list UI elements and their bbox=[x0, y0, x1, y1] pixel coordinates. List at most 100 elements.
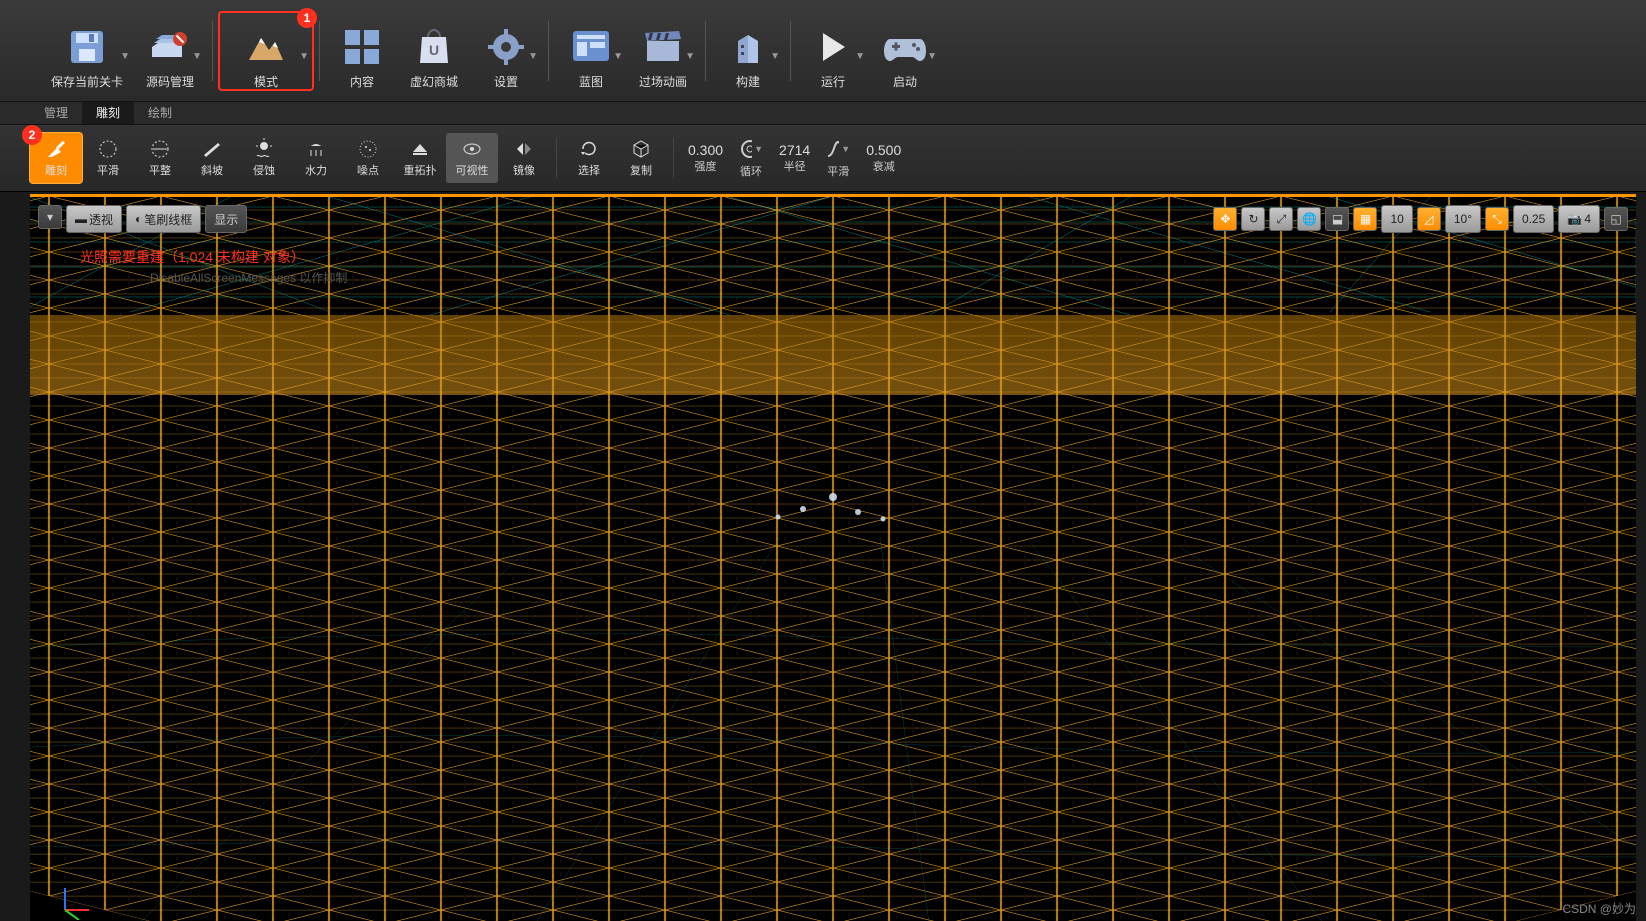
loop-param[interactable]: ▼ 循环 bbox=[739, 137, 763, 179]
rotate-icon bbox=[578, 138, 600, 160]
eye-icon bbox=[461, 138, 483, 160]
coordinate-button[interactable]: 🌐 bbox=[1297, 207, 1321, 231]
cinematics-label: 过场动画 bbox=[639, 73, 687, 90]
camera-speed-button[interactable]: 📷 4 bbox=[1558, 205, 1600, 233]
show-button[interactable]: 显示 bbox=[205, 205, 247, 233]
transform-move-button[interactable]: ✥ bbox=[1213, 207, 1237, 231]
terrain-wireframe bbox=[30, 197, 1636, 921]
sculpt-tool-label: 雕刻 bbox=[45, 162, 67, 178]
viewport-container: ▾ ▬透视 ◐笔刷线框 显示 ✥ ↻ ⤢ 🌐 ⬓ ▦ 10 ◿ 10° ⤡ 0.… bbox=[30, 194, 1636, 921]
chevron-down-icon: ▼ bbox=[120, 51, 130, 62]
erosion-tool-button[interactable]: 侵蚀 bbox=[238, 133, 290, 183]
falloff-shape-param[interactable]: ▼ 平滑 bbox=[826, 137, 850, 179]
ramp-icon bbox=[201, 138, 223, 160]
annotation-badge-2: 2 bbox=[22, 125, 42, 145]
scale-snap-icon: ⤡ bbox=[1492, 212, 1502, 227]
retopo-tool-button[interactable]: 重拓扑 bbox=[394, 133, 446, 183]
modes-button[interactable]: 1 模式 ▼ bbox=[219, 12, 313, 90]
mode-tabs: 管理 雕刻 绘制 bbox=[0, 102, 1646, 125]
trowel-icon bbox=[45, 138, 67, 160]
scale-snap-toggle[interactable]: ⤡ bbox=[1485, 207, 1509, 231]
tab-sculpt[interactable]: 雕刻 bbox=[82, 102, 134, 124]
cinematics-button[interactable]: 过场动画 ▼ bbox=[627, 12, 699, 90]
blueprints-label: 蓝图 bbox=[579, 73, 603, 90]
build-label: 构建 bbox=[736, 73, 760, 90]
mirror-tool-button[interactable]: 镜像 bbox=[498, 133, 550, 183]
bag-icon: U bbox=[412, 25, 456, 69]
save-label: 保存当前关卡 bbox=[51, 73, 123, 90]
axis-gizmo bbox=[55, 880, 95, 920]
separator bbox=[212, 21, 213, 81]
viewport-toolbar-left: ▾ ▬透视 ◐笔刷线框 显示 bbox=[38, 205, 247, 233]
blueprints-button[interactable]: 蓝图 ▼ bbox=[555, 12, 627, 90]
chevron-down-icon: ▼ bbox=[855, 51, 865, 62]
lighting-warning: 光照需要重建（1,024 未构建 对象） bbox=[80, 247, 305, 267]
flatten-tool-button[interactable]: 平整 bbox=[134, 133, 186, 183]
floppy-icon bbox=[65, 25, 109, 69]
separator bbox=[556, 138, 557, 178]
marketplace-button[interactable]: U 虚幻商城 bbox=[398, 12, 470, 90]
perspective-button[interactable]: ▬透视 bbox=[66, 205, 122, 233]
chevron-down-icon: ▼ bbox=[613, 51, 623, 62]
camera-icon: 📷 bbox=[1567, 212, 1582, 226]
tab-manage[interactable]: 管理 bbox=[30, 102, 82, 124]
angle-icon: ◿ bbox=[1424, 212, 1433, 226]
svg-text:U: U bbox=[429, 42, 439, 58]
settings-button[interactable]: 设置 ▼ bbox=[470, 12, 542, 90]
target-icon: ▼ bbox=[739, 137, 763, 161]
noise-tool-button[interactable]: 噪点 bbox=[342, 133, 394, 183]
folder-stack-icon bbox=[148, 25, 192, 69]
falloff-param[interactable]: 0.500 衰减 bbox=[866, 142, 901, 174]
maximize-icon: ◱ bbox=[1610, 212, 1621, 226]
angle-snap-toggle[interactable]: ◿ bbox=[1417, 207, 1441, 231]
chevron-down-icon: ▼ bbox=[685, 51, 695, 62]
build-button[interactable]: 构建 ▼ bbox=[712, 12, 784, 90]
erosion-icon bbox=[253, 138, 275, 160]
play-button[interactable]: 运行 ▼ bbox=[797, 12, 869, 90]
angle-snap-value[interactable]: 10° bbox=[1445, 205, 1481, 233]
transform-rotate-button[interactable]: ↻ bbox=[1241, 207, 1265, 231]
scale-snap-value[interactable]: 0.25 bbox=[1513, 205, 1554, 233]
select-tool-button[interactable]: 选择 bbox=[563, 133, 615, 183]
ramp-tool-button[interactable]: 斜坡 bbox=[186, 133, 238, 183]
grid-snap-toggle[interactable]: ▦ bbox=[1353, 207, 1377, 231]
gamepad-icon bbox=[883, 25, 927, 69]
move-icon: ✥ bbox=[1220, 212, 1230, 226]
modes-label: 模式 bbox=[254, 73, 278, 90]
content-button[interactable]: 内容 bbox=[326, 12, 398, 90]
visibility-tool-button[interactable]: 可视性 bbox=[446, 133, 498, 183]
viewport-options-button[interactable]: ▾ bbox=[38, 205, 62, 229]
sphere-small-icon: ◐ bbox=[135, 212, 142, 226]
launch-button[interactable]: 启动 ▼ bbox=[869, 12, 941, 90]
copy-tool-button[interactable]: 复制 bbox=[615, 133, 667, 183]
viewmode-button[interactable]: ◐笔刷线框 bbox=[126, 205, 201, 233]
mirror-icon bbox=[513, 138, 535, 160]
tab-paint[interactable]: 绘制 bbox=[134, 102, 186, 124]
disable-messages-hint: DisableAllScreenMessages 以作抑制 bbox=[150, 269, 347, 286]
blueprint-icon bbox=[569, 25, 613, 69]
source-control-button[interactable]: 源码管理 ▼ bbox=[134, 12, 206, 90]
viewport[interactable]: ▾ ▬透视 ◐笔刷线框 显示 ✥ ↻ ⤢ 🌐 ⬓ ▦ 10 ◿ 10° ⤡ 0.… bbox=[30, 197, 1636, 921]
grid-snap-value[interactable]: 10 bbox=[1381, 205, 1412, 233]
sculpt-toolbar: 2 雕刻 平滑 平整 斜坡 侵蚀 水力 噪点 重拓扑 可视性 镜像 选择 bbox=[0, 125, 1646, 192]
cube-icon bbox=[630, 138, 652, 160]
hydro-tool-button[interactable]: 水力 bbox=[290, 133, 342, 183]
transform-scale-button[interactable]: ⤢ bbox=[1269, 207, 1293, 231]
maximize-button[interactable]: ◱ bbox=[1604, 207, 1628, 231]
magnet-icon: ⬓ bbox=[1332, 212, 1343, 226]
surface-snap-button[interactable]: ⬓ bbox=[1325, 207, 1349, 231]
play-label: 运行 bbox=[821, 73, 845, 90]
chevron-down-icon: ▼ bbox=[770, 51, 780, 62]
water-icon bbox=[305, 138, 327, 160]
globe-icon: 🌐 bbox=[1302, 212, 1317, 226]
smooth-tool-button[interactable]: 平滑 bbox=[82, 133, 134, 183]
source-label: 源码管理 bbox=[146, 73, 194, 90]
launch-label: 启动 bbox=[893, 73, 917, 90]
sculpt-tool-button[interactable]: 2 雕刻 bbox=[30, 133, 82, 183]
save-level-button[interactable]: 保存当前关卡 ▼ bbox=[40, 12, 134, 90]
annotation-badge-1: 1 bbox=[297, 8, 317, 28]
radius-param[interactable]: 2714 半径 bbox=[779, 142, 810, 174]
main-toolbar: 保存当前关卡 ▼ 源码管理 ▼ 1 模式 ▼ 内容 U 虚幻商城 设置 ▼ 蓝图… bbox=[0, 0, 1646, 102]
content-label: 内容 bbox=[350, 73, 374, 90]
strength-param[interactable]: 0.300 强度 bbox=[688, 142, 723, 174]
